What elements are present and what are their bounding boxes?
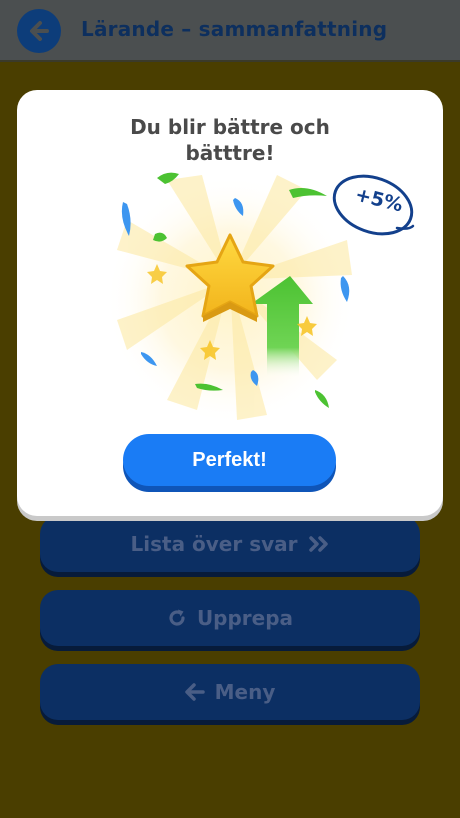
answer-list-label: Lista över svar: [130, 532, 298, 556]
perfect-button[interactable]: Perfekt!: [123, 434, 336, 486]
repeat-button[interactable]: Upprepa: [40, 590, 420, 646]
arrow-left-icon: [184, 683, 205, 701]
menu-label: Meny: [214, 680, 276, 704]
back-button[interactable]: [17, 9, 61, 53]
app-header: Lärande – sammanfattning: [0, 0, 460, 62]
repeat-label: Upprepa: [196, 606, 294, 630]
page-title: Lärande – sammanfattning: [81, 17, 388, 41]
answer-list-button[interactable]: Lista över svar: [40, 516, 420, 572]
progress-modal: Du blir bättre och bätttre! +5% Perfekt!: [17, 90, 443, 516]
double-chevron-right-icon: [308, 536, 328, 552]
refresh-icon: [169, 609, 185, 626]
arrow-left-icon: [30, 21, 49, 41]
menu-button[interactable]: Meny: [40, 664, 420, 720]
